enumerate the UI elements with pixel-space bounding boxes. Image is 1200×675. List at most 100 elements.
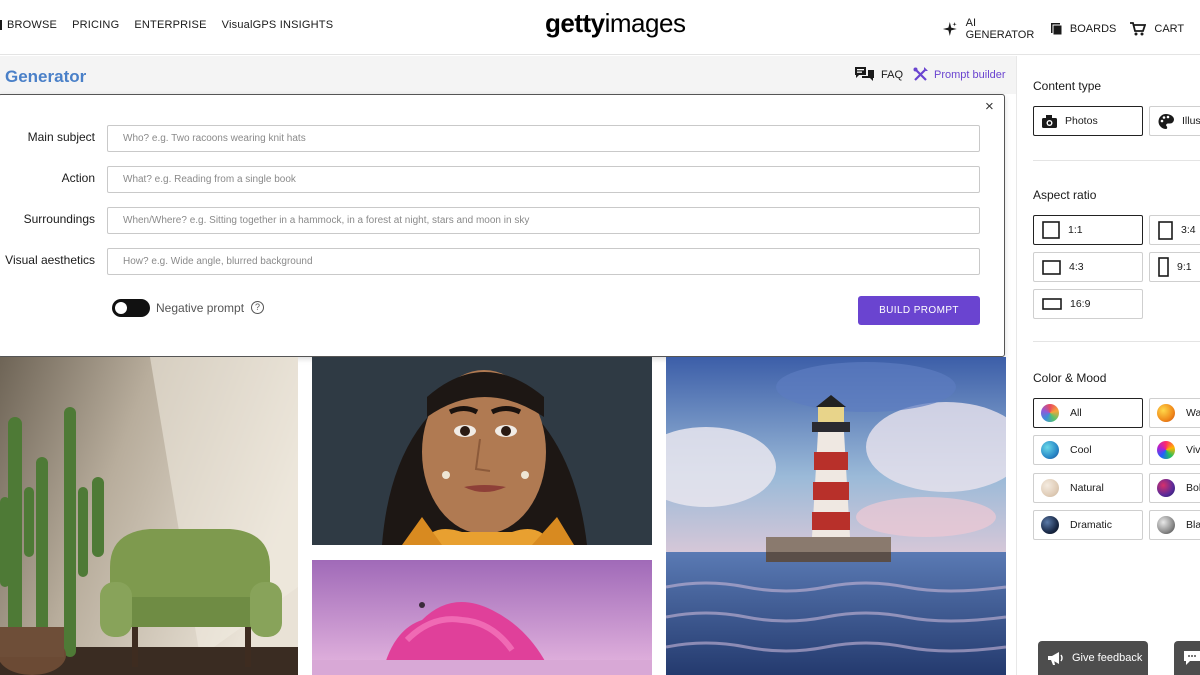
- aspect-ratio-3-4-label: 3:4: [1181, 224, 1196, 236]
- dramatic-swatch: [1041, 516, 1059, 534]
- aspect-ratio-4-3[interactable]: 4:3: [1033, 252, 1143, 282]
- boards-icon: [1050, 23, 1062, 35]
- all-colors-swatch: [1041, 404, 1059, 422]
- warm-swatch: [1157, 404, 1175, 422]
- natural-swatch: [1041, 479, 1059, 497]
- nav-cart-label: CART: [1154, 23, 1185, 35]
- tools-icon: [913, 67, 928, 81]
- vivid-swatch: [1157, 441, 1175, 459]
- aspect-ratio-9-16[interactable]: 9:1: [1149, 252, 1200, 282]
- content-type-heading: Content type: [1033, 79, 1102, 93]
- help-icon[interactable]: ?: [251, 301, 264, 314]
- nav-ai-generator[interactable]: AI GENERATOR: [942, 17, 1037, 41]
- toggle-knob: [115, 302, 127, 314]
- nav-ai-generator-label: AI GENERATOR: [965, 17, 1035, 41]
- cool-swatch: [1041, 441, 1059, 459]
- nav-link-pricing[interactable]: PRICING: [72, 19, 119, 31]
- logo-light-text: images: [604, 8, 686, 38]
- filters-sidebar: [1016, 56, 1200, 675]
- give-feedback-button[interactable]: Give feedback: [1038, 641, 1148, 675]
- color-mood-dramatic-label: Dramatic: [1070, 519, 1113, 531]
- primary-nav: BROWSE PRICING ENTERPRISE VisualGPS INSI…: [0, 19, 348, 31]
- color-mood-bold[interactable]: Bold: [1149, 473, 1200, 503]
- sparkle-icon: [942, 22, 957, 36]
- camera-icon: [1042, 114, 1057, 128]
- content-type-illustrations-label: Illus: [1182, 115, 1200, 127]
- aspect-ratio-1-1[interactable]: 1:1: [1033, 215, 1143, 245]
- landscape-ratio-icon: [1042, 259, 1061, 275]
- surroundings-label: Surroundings: [23, 212, 95, 226]
- color-mood-black-white[interactable]: Blac: [1149, 510, 1200, 540]
- aspect-ratio-16-9[interactable]: 16:9: [1033, 289, 1143, 319]
- main-subject-label: Main subject: [27, 130, 95, 144]
- aspect-ratio-3-4[interactable]: 3:4: [1149, 215, 1200, 245]
- aspect-ratio-1-1-label: 1:1: [1068, 224, 1083, 236]
- content-type-photos[interactable]: Photos: [1033, 106, 1143, 136]
- nav-link-enterprise[interactable]: ENTERPRISE: [134, 19, 206, 31]
- color-mood-all-label: All: [1070, 407, 1082, 419]
- visual-aesthetics-input[interactable]: [107, 248, 980, 275]
- aspect-ratio-4-3-label: 4:3: [1069, 261, 1084, 273]
- negative-prompt-toggle[interactable]: [112, 299, 150, 317]
- nav-link-visualgps-insights[interactable]: VisualGPS INSIGHTS: [222, 19, 334, 31]
- color-mood-natural[interactable]: Natural: [1033, 473, 1143, 503]
- aspect-ratio-heading: Aspect ratio: [1033, 188, 1097, 202]
- chat-button[interactable]: [1174, 641, 1200, 675]
- aspect-ratio-16-9-label: 16:9: [1070, 298, 1091, 310]
- portrait-illustration: [312, 357, 652, 545]
- color-mood-bold-label: Bold: [1186, 482, 1200, 494]
- color-mood-natural-label: Natural: [1070, 482, 1104, 494]
- square-ratio-icon: [1042, 221, 1060, 239]
- gallery-image-cactus[interactable]: [0, 357, 298, 675]
- main-subject-input[interactable]: [107, 125, 980, 152]
- chat-bubbles-icon: [855, 67, 874, 81]
- prompt-builder-label: Prompt builder: [934, 68, 1006, 81]
- nav-boards[interactable]: BOARDS: [1050, 23, 1117, 35]
- faq-link[interactable]: FAQ: [855, 67, 903, 82]
- cart-icon: [1130, 22, 1147, 36]
- chat-icon: [1184, 651, 1200, 665]
- gallery-image-portrait[interactable]: [312, 357, 652, 545]
- portrait-ratio-icon: [1158, 220, 1173, 240]
- logo-bold-text: getty: [545, 8, 605, 38]
- tall-ratio-icon: [1158, 257, 1169, 277]
- lighthouse-illustration: [666, 357, 1006, 675]
- color-mood-vivid-label: Vivi: [1186, 444, 1200, 456]
- color-mood-cool[interactable]: Cool: [1033, 435, 1143, 465]
- menu-edge-icon[interactable]: [0, 20, 4, 30]
- megaphone-icon: [1048, 651, 1063, 665]
- bold-swatch: [1157, 479, 1175, 497]
- gettyimages-logo[interactable]: gettyimages: [545, 8, 686, 39]
- black-white-swatch: [1157, 516, 1175, 534]
- cactus-armchair-illustration: [0, 357, 298, 675]
- sidebar-divider: [1033, 160, 1200, 161]
- nav-cart[interactable]: CART: [1130, 22, 1184, 36]
- sidebar-divider: [1033, 341, 1200, 342]
- gallery-image-lighthouse[interactable]: [666, 357, 1006, 675]
- content-type-illustrations[interactable]: Illus: [1149, 106, 1200, 136]
- color-mood-all[interactable]: All: [1033, 398, 1143, 428]
- nav-link-browse[interactable]: BROWSE: [7, 19, 57, 31]
- wide-ratio-icon: [1042, 298, 1062, 310]
- surroundings-input[interactable]: [107, 207, 980, 234]
- faq-label: FAQ: [881, 68, 904, 81]
- action-input[interactable]: [107, 166, 980, 193]
- pink-house-illustration: [312, 560, 652, 675]
- prompt-builder-link[interactable]: Prompt builder: [913, 67, 1006, 82]
- give-feedback-label: Give feedback: [1072, 652, 1143, 664]
- close-icon[interactable]: ×: [985, 98, 994, 115]
- color-mood-warm[interactable]: War: [1149, 398, 1200, 428]
- color-mood-vivid[interactable]: Vivi: [1149, 435, 1200, 465]
- color-mood-warm-label: War: [1186, 407, 1200, 419]
- color-mood-cool-label: Cool: [1070, 444, 1092, 456]
- top-navigation-bar: BROWSE PRICING ENTERPRISE VisualGPS INSI…: [0, 0, 1200, 55]
- nav-boards-label: BOARDS: [1069, 23, 1117, 35]
- color-mood-dramatic[interactable]: Dramatic: [1033, 510, 1143, 540]
- visual-aesthetics-label: Visual aesthetics: [5, 253, 95, 267]
- secondary-nav: AI GENERATOR BOARDS CART: [942, 17, 1200, 41]
- gallery-image-pink-house[interactable]: [312, 560, 652, 675]
- negative-prompt-label: Negative prompt: [156, 301, 245, 315]
- content-type-photos-label: Photos: [1065, 115, 1098, 127]
- build-prompt-button[interactable]: BUILD PROMPT: [858, 296, 980, 325]
- aspect-ratio-9-16-label: 9:1: [1177, 261, 1192, 273]
